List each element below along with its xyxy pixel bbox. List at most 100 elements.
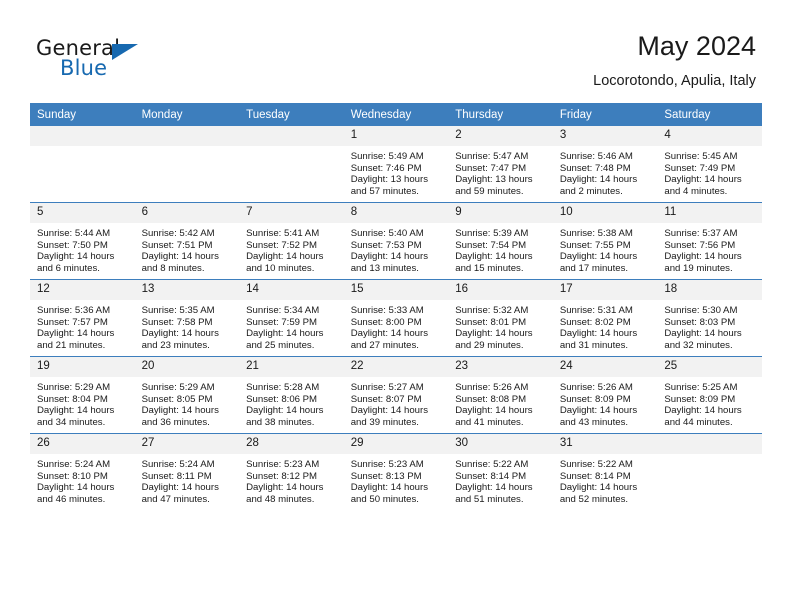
day-number: 23 xyxy=(448,357,553,377)
daylight-duration-line1: Daylight: 14 hours xyxy=(350,482,429,494)
daylight-duration-line2: and 52 minutes. xyxy=(559,493,629,505)
calendar-day-cell[interactable]: 14 Sunrise: 5:34 AM Sunset: 7:59 PM Dayligh… xyxy=(239,279,344,357)
calendar-day-cell[interactable]: 2 Sunrise: 5:47 AM Sunset: 7:47 PM Daylight… xyxy=(448,126,553,203)
day-details: Sunrise: 5:28 AM Sunset: 8:06 PM Daylight:… xyxy=(239,377,344,428)
sunrise-time: Sunrise: 5:30 AM xyxy=(664,305,738,316)
calendar-day-cell[interactable]: 17 Sunrise: 5:31 AM Sunset: 8:02 PM Dayligh… xyxy=(552,279,658,357)
calendar-day-cell[interactable]: 16 Sunrise: 5:32 AM Sunset: 8:01 PM Dayligh… xyxy=(448,279,553,357)
day-number: 13 xyxy=(134,280,240,300)
daylight-duration-line1: Daylight: 14 hours xyxy=(37,251,115,263)
day-number: 2 xyxy=(448,126,553,146)
daylight-duration-line1: Daylight: 14 hours xyxy=(350,328,429,340)
calendar-day-cell[interactable]: 12 Sunrise: 5:36 AM Sunset: 7:57 PM Dayligh… xyxy=(30,279,135,357)
daylight-duration-line2: and 17 minutes. xyxy=(559,262,629,274)
day-details: Sunrise: 5:23 AM Sunset: 8:13 PM Daylight:… xyxy=(344,454,449,505)
sunset-time: Sunset: 7:51 PM xyxy=(141,239,213,251)
calendar-day-cell[interactable]: 11 Sunrise: 5:37 AM Sunset: 7:56 PM Dayligh… xyxy=(657,202,762,280)
day-details: Sunrise: 5:41 AM Sunset: 7:52 PM Daylight:… xyxy=(239,223,344,274)
day-number: 20 xyxy=(134,357,240,377)
day-number: 16 xyxy=(448,280,553,300)
day-details: Sunrise: 5:42 AM Sunset: 7:51 PM Daylight:… xyxy=(135,223,240,274)
calendar-day-cell[interactable]: 1 Sunrise: 5:49 AM Sunset: 7:46 PM Daylight… xyxy=(343,126,449,203)
sunset-time: Sunset: 8:08 PM xyxy=(455,393,527,405)
day-details: Sunrise: 5:24 AM Sunset: 8:10 PM Daylight:… xyxy=(30,454,135,505)
calendar-day-cell[interactable]: 25 Sunrise: 5:25 AM Sunset: 8:09 PM Dayligh… xyxy=(657,356,762,434)
day-number: 14 xyxy=(239,280,344,300)
calendar-day-cell[interactable]: 28 Sunrise: 5:23 AM Sunset: 8:12 PM Dayligh… xyxy=(239,433,344,510)
calendar-week-row: 12 Sunrise: 5:36 AM Sunset: 7:57 PM Dayligh… xyxy=(30,279,762,357)
day-details: Sunrise: 5:39 AM Sunset: 7:54 PM Daylight:… xyxy=(448,223,553,274)
calendar-day-cell[interactable]: 3 Sunrise: 5:46 AM Sunset: 7:48 PM Daylight… xyxy=(552,126,658,203)
daylight-duration-line2: and 57 minutes. xyxy=(350,185,419,197)
day-number: 7 xyxy=(239,203,344,223)
sunrise-time: Sunrise: 5:42 AM xyxy=(141,228,215,239)
day-number: 26 xyxy=(30,434,135,454)
calendar-day-cell[interactable]: 8 Sunrise: 5:40 AM Sunset: 7:53 PM Daylight… xyxy=(343,202,449,280)
day-details: Sunrise: 5:45 AM Sunset: 7:49 PM Daylight:… xyxy=(657,146,762,197)
daylight-duration-line2: and 21 minutes. xyxy=(37,339,106,351)
day-number: 28 xyxy=(239,434,344,454)
sunset-time: Sunset: 8:10 PM xyxy=(37,470,108,482)
day-number xyxy=(134,126,240,146)
calendar-day-cell[interactable]: 7 Sunrise: 5:41 AM Sunset: 7:52 PM Daylight… xyxy=(239,202,344,280)
calendar-day-cell[interactable]: 19 Sunrise: 5:29 AM Sunset: 8:04 PM Dayligh… xyxy=(30,356,135,434)
daylight-duration-line2: and 48 minutes. xyxy=(246,493,315,505)
sunrise-time: Sunrise: 5:49 AM xyxy=(350,151,424,162)
day-number: 31 xyxy=(552,434,658,454)
calendar-day-cell[interactable]: 23 Sunrise: 5:26 AM Sunset: 8:08 PM Dayligh… xyxy=(448,356,553,434)
sunset-time: Sunset: 8:01 PM xyxy=(455,316,527,328)
calendar-day-cell[interactable]: 6 Sunrise: 5:42 AM Sunset: 7:51 PM Daylight… xyxy=(134,202,240,280)
sunrise-time: Sunrise: 5:34 AM xyxy=(246,305,320,316)
daylight-duration-line2: and 43 minutes. xyxy=(559,416,629,428)
day-number: 19 xyxy=(30,357,135,377)
page-title: May 2024 xyxy=(637,31,756,61)
day-details: Sunrise: 5:22 AM Sunset: 8:14 PM Daylight:… xyxy=(448,454,553,505)
sunrise-time: Sunrise: 5:35 AM xyxy=(141,305,215,316)
daylight-duration-line1: Daylight: 14 hours xyxy=(455,405,533,417)
sunset-time: Sunset: 7:48 PM xyxy=(559,162,631,174)
calendar-day-cell[interactable]: 26 Sunrise: 5:24 AM Sunset: 8:10 PM Dayligh… xyxy=(30,433,135,510)
day-number: 21 xyxy=(239,357,344,377)
daylight-duration-line1: Daylight: 14 hours xyxy=(559,251,638,263)
day-number: 27 xyxy=(134,434,240,454)
day-details: Sunrise: 5:49 AM Sunset: 7:46 PM Daylight:… xyxy=(344,146,449,197)
calendar-day-cell[interactable]: 30 Sunrise: 5:22 AM Sunset: 8:14 PM Dayligh… xyxy=(448,433,553,510)
sunset-time: Sunset: 8:04 PM xyxy=(37,393,108,405)
calendar-day-cell[interactable]: 27 Sunrise: 5:24 AM Sunset: 8:11 PM Dayligh… xyxy=(134,433,240,510)
logo-text-blue: Blue xyxy=(60,56,108,80)
day-details: Sunrise: 5:44 AM Sunset: 7:50 PM Daylight:… xyxy=(30,223,135,274)
calendar-day-cell[interactable]: 18 Sunrise: 5:30 AM Sunset: 8:03 PM Dayligh… xyxy=(657,279,762,357)
calendar-day-cell[interactable]: 31 Sunrise: 5:22 AM Sunset: 8:14 PM Dayligh… xyxy=(552,433,658,510)
calendar-day-cell[interactable]: 21 Sunrise: 5:28 AM Sunset: 8:06 PM Dayligh… xyxy=(239,356,344,434)
sunset-time: Sunset: 8:05 PM xyxy=(141,393,213,405)
weekday-header-row: Sunday Monday Tuesday Wednesday Thursday… xyxy=(30,103,762,126)
calendar-day-cell[interactable]: 10 Sunrise: 5:38 AM Sunset: 7:55 PM Dayligh… xyxy=(552,202,658,280)
calendar-day-cell[interactable]: 22 Sunrise: 5:27 AM Sunset: 8:07 PM Dayligh… xyxy=(343,356,449,434)
calendar-day-cell[interactable]: 5 Sunrise: 5:44 AM Sunset: 7:50 PM Daylight… xyxy=(30,202,135,280)
calendar-day-cell[interactable]: 15 Sunrise: 5:33 AM Sunset: 8:00 PM Dayligh… xyxy=(343,279,449,357)
weekday-header-tuesday: Tuesday xyxy=(239,103,344,126)
page-header: General Blue May 2024 Locorotondo, Apuli… xyxy=(0,0,792,100)
day-details: Sunrise: 5:29 AM Sunset: 8:04 PM Daylight:… xyxy=(30,377,135,428)
calendar-day-cell[interactable]: 24 Sunrise: 5:26 AM Sunset: 8:09 PM Dayligh… xyxy=(552,356,658,434)
day-number: 3 xyxy=(552,126,658,146)
calendar-day-cell[interactable]: 13 Sunrise: 5:35 AM Sunset: 7:58 PM Dayligh… xyxy=(134,279,240,357)
day-number: 9 xyxy=(448,203,553,223)
calendar-day-cell[interactable]: 4 Sunrise: 5:45 AM Sunset: 7:49 PM Daylight… xyxy=(657,126,762,203)
sunrise-time: Sunrise: 5:25 AM xyxy=(664,382,738,393)
day-details: Sunrise: 5:27 AM Sunset: 8:07 PM Daylight:… xyxy=(344,377,449,428)
day-number: 22 xyxy=(343,357,449,377)
calendar-day-cell[interactable]: 20 Sunrise: 5:29 AM Sunset: 8:05 PM Dayligh… xyxy=(134,356,240,434)
daylight-duration-line1: Daylight: 14 hours xyxy=(559,482,638,494)
calendar-day-cell[interactable]: 29 Sunrise: 5:23 AM Sunset: 8:13 PM Dayligh… xyxy=(343,433,449,510)
sunrise-time: Sunrise: 5:23 AM xyxy=(246,459,320,470)
calendar-day-cell[interactable]: 9 Sunrise: 5:39 AM Sunset: 7:54 PM Daylight… xyxy=(448,202,553,280)
day-number: 10 xyxy=(552,203,658,223)
calendar-cell-empty xyxy=(657,433,762,510)
daylight-duration-line2: and 27 minutes. xyxy=(350,339,419,351)
sunset-time: Sunset: 7:56 PM xyxy=(664,239,736,251)
sunrise-time: Sunrise: 5:24 AM xyxy=(141,459,215,470)
sunrise-time: Sunrise: 5:41 AM xyxy=(246,228,320,239)
sunrise-time: Sunrise: 5:22 AM xyxy=(455,459,529,470)
day-number: 4 xyxy=(657,126,762,146)
